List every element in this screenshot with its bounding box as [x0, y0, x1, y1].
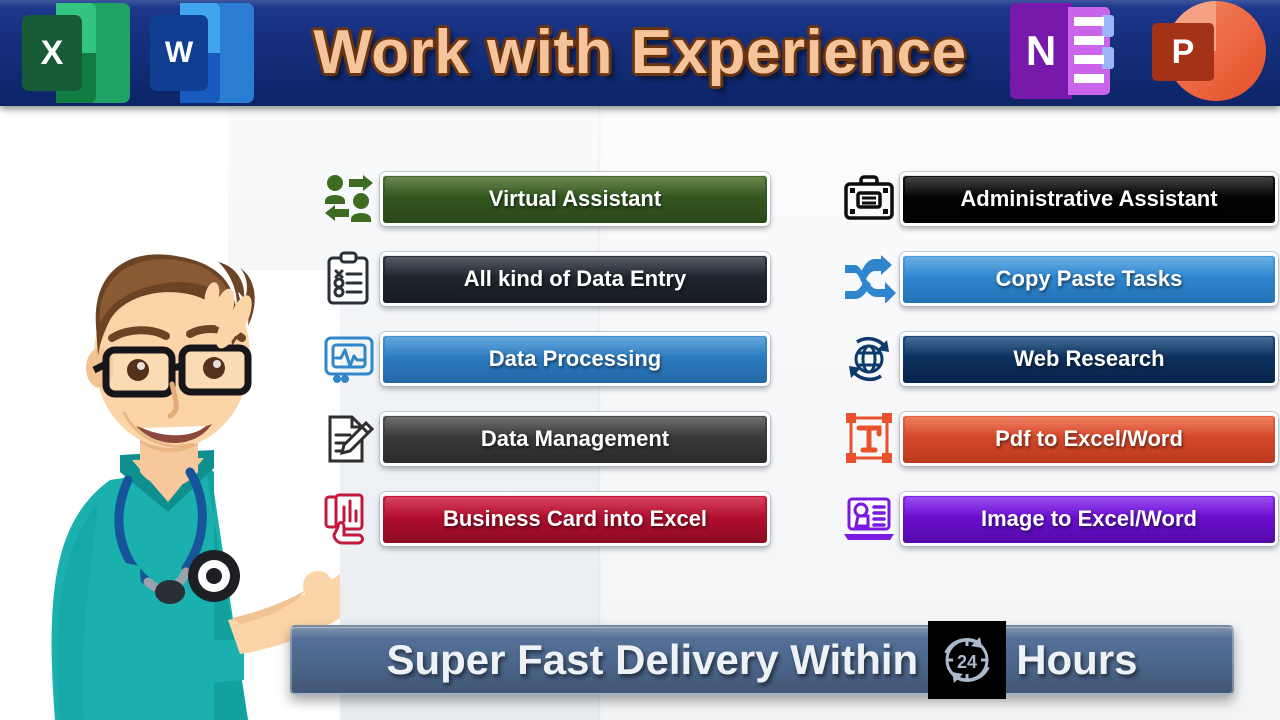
service-label: Image to Excel/Word: [981, 506, 1197, 531]
card-hand-icon: [318, 488, 380, 550]
powerpoint-logo-letter: P: [1152, 23, 1214, 81]
service-row[interactable]: Copy Paste Tasks: [838, 251, 1279, 307]
service-button[interactable]: Business Card into Excel: [379, 491, 771, 547]
service-row[interactable]: All kind of Data Entry: [318, 251, 771, 307]
service-button[interactable]: Administrative Assistant: [899, 171, 1279, 227]
service-row[interactable]: Image to Excel/Word: [838, 491, 1279, 547]
laptop-image-icon: [838, 488, 900, 550]
svg-text:24: 24: [957, 652, 977, 672]
service-label: Copy Paste Tasks: [995, 266, 1183, 291]
service-row[interactable]: Pdf to Excel/Word: [838, 411, 1279, 467]
service-row[interactable]: Virtual Assistant: [318, 171, 771, 227]
word-logo-letter: W: [150, 15, 208, 91]
document-pencil-icon: [318, 408, 380, 470]
onenote-logo-letter: N: [1025, 27, 1057, 74]
poster-canvas: X W Work with Experience N P Virtual Ass…: [0, 0, 1280, 720]
service-button[interactable]: All kind of Data Entry: [379, 251, 771, 307]
service-row[interactable]: Web Research: [838, 331, 1279, 387]
service-row[interactable]: Administrative Assistant: [838, 171, 1279, 227]
service-label: Administrative Assistant: [960, 186, 1218, 211]
excel-logo-letter: X: [22, 15, 82, 91]
service-label: All kind of Data Entry: [463, 266, 687, 291]
poster-title-wrap: Work with Experience: [270, 22, 1010, 84]
service-button[interactable]: Virtual Assistant: [379, 171, 771, 227]
monitor-pulse-icon: [318, 328, 380, 390]
presenter-illustration: [0, 120, 340, 720]
services-left-column: Virtual Assistant All kind of Data Entry…: [318, 171, 771, 572]
powerpoint-logo: P: [1152, 1, 1266, 105]
onenote-logo: N: [1010, 3, 1114, 103]
service-label: Data Management: [480, 426, 670, 451]
service-button[interactable]: Web Research: [899, 331, 1279, 387]
service-label: Web Research: [1013, 346, 1165, 371]
shuffle-arrows-icon: [838, 248, 900, 310]
service-button[interactable]: Data Management: [379, 411, 771, 467]
clipboard-checklist-icon: [318, 248, 380, 310]
text-frame-icon: [838, 408, 900, 470]
word-logo: W: [150, 1, 254, 105]
service-label: Virtual Assistant: [488, 186, 662, 211]
delivery-text-before: Super Fast Delivery Within: [386, 636, 919, 683]
service-button[interactable]: Pdf to Excel/Word: [899, 411, 1279, 467]
globe-refresh-icon: [838, 328, 900, 390]
service-label: Data Processing: [488, 346, 662, 371]
delivery-text-after: Hours: [1016, 636, 1138, 683]
service-row[interactable]: Data Processing: [318, 331, 771, 387]
service-button[interactable]: Copy Paste Tasks: [899, 251, 1279, 307]
service-row[interactable]: Business Card into Excel: [318, 491, 771, 547]
service-button[interactable]: Image to Excel/Word: [899, 491, 1279, 547]
service-button[interactable]: Data Processing: [379, 331, 771, 387]
header-bar: X W Work with Experience N P: [0, 0, 1280, 106]
services-right-column: Administrative Assistant Copy Paste Task…: [838, 171, 1279, 572]
24-hours-icon: 24: [928, 621, 1007, 699]
service-label: Pdf to Excel/Word: [995, 426, 1183, 451]
poster-title: Work with Experience: [313, 18, 967, 87]
briefcase-icon: [838, 168, 900, 230]
delivery-banner: Super Fast Delivery Within 24 Hours: [290, 621, 1234, 699]
users-exchange-icon: [318, 168, 380, 230]
excel-logo: X: [22, 1, 130, 105]
service-row[interactable]: Data Management: [318, 411, 771, 467]
service-label: Business Card into Excel: [442, 506, 708, 531]
